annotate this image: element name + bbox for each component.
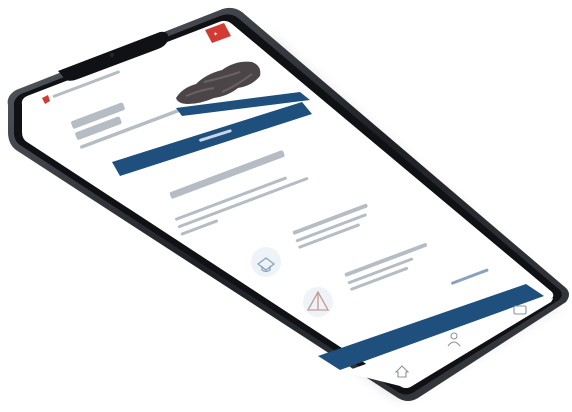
crest-icon: ✦ (213, 31, 218, 38)
camera-icon (109, 52, 115, 58)
service-1-icon-bg (251, 247, 281, 277)
device-mockup: ✦ (7, 7, 569, 402)
